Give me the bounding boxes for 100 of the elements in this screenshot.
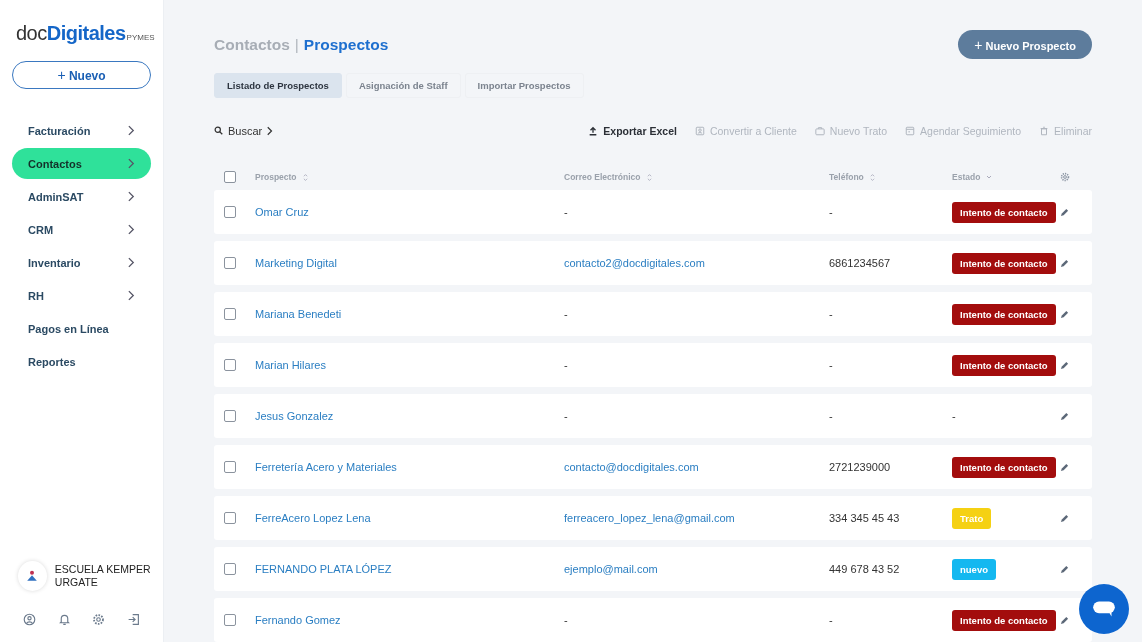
edit-icon[interactable] [1060, 564, 1069, 574]
toolbar-action[interactable]: Exportar Excel [588, 124, 677, 137]
table-row[interactable]: Jesus Gonzalez - - - [214, 394, 1092, 438]
row-checkbox[interactable] [224, 257, 236, 269]
edit-icon[interactable] [1060, 513, 1069, 523]
tab[interactable]: Listado de Prospectos [214, 73, 342, 98]
status-cell: - [952, 410, 956, 422]
edit-icon[interactable] [1060, 360, 1069, 370]
email-cell: - [564, 206, 568, 218]
row-checkbox[interactable] [224, 563, 236, 575]
sidebar-item[interactable]: Reportes [12, 346, 151, 377]
row-checkbox[interactable] [224, 512, 236, 524]
sort-icon[interactable] [302, 172, 308, 182]
email-cell: ferreacero_lopez_lena@gmail.com [564, 512, 735, 524]
breadcrumb-separator: | [294, 35, 299, 53]
prospect-name-link[interactable]: Ferretería Acero y Materiales [255, 461, 397, 473]
new-button[interactable]: + Nuevo [12, 61, 151, 89]
search-button[interactable]: Buscar [214, 124, 274, 137]
edit-icon[interactable] [1060, 615, 1069, 625]
row-checkbox[interactable] [224, 410, 236, 422]
email-cell: - [564, 359, 568, 371]
upload-icon [588, 125, 599, 136]
status-badge: Intento de contacto [952, 252, 1056, 274]
phone-cell: 449 678 43 52 [829, 563, 900, 575]
sort-icon[interactable] [869, 172, 875, 182]
prospect-name-link[interactable]: Mariana Benedeti [255, 308, 342, 320]
sidebar-item[interactable]: RH [12, 280, 151, 311]
phone-cell: - [829, 206, 833, 218]
status-badge: Intento de contacto [952, 456, 1056, 478]
row-checkbox[interactable] [224, 614, 236, 626]
email-cell: - [564, 614, 568, 626]
settings-icon[interactable] [1060, 172, 1070, 183]
tab[interactable]: Importar Prospectos [464, 73, 584, 98]
prospect-name-link[interactable]: Marketing Digital [255, 257, 337, 269]
user-icon[interactable] [23, 613, 36, 626]
table-row[interactable]: FERNANDO PLATA LÓPEZ ejemplo@mail.com 449 678 43 52 nuevo [214, 547, 1092, 591]
row-checkbox[interactable] [224, 308, 236, 320]
status-badge: Intento de contacto [952, 303, 1056, 325]
email-cell: contacto2@docdigitales.com [564, 257, 705, 269]
calendar-icon [905, 125, 916, 136]
status-badge: Intento de contacto [952, 201, 1056, 223]
settings-icon[interactable] [92, 613, 106, 626]
new-prospect-button[interactable]: + Nuevo Prospecto [958, 30, 1092, 59]
edit-icon[interactable] [1060, 258, 1069, 268]
table-row[interactable]: Marian Hilares - - Intento de contacto [214, 343, 1092, 387]
edit-icon[interactable] [1060, 309, 1069, 319]
sidebar-item[interactable]: CRM [12, 214, 151, 245]
sidebar-item[interactable]: Facturación [12, 115, 151, 146]
sidebar-item[interactable]: AdminSAT [12, 181, 151, 212]
edit-icon[interactable] [1060, 411, 1069, 421]
phone-cell: 334 345 45 43 [829, 512, 900, 524]
phone-cell: 2721239000 [829, 461, 891, 473]
select-all-checkbox[interactable] [224, 171, 236, 184]
table-row[interactable]: Marketing Digital contacto2@docdigitales.com 6861234567 Intento de contacto [214, 241, 1092, 285]
phone-cell: - [829, 614, 833, 626]
table-row[interactable]: Fernando Gomez - - Intento de contacto [214, 598, 1092, 642]
table-row[interactable]: Omar Cruz - - Intento de contacto [214, 190, 1092, 234]
prospect-name-link[interactable]: FERNANDO PLATA LÓPEZ [255, 563, 392, 575]
chat-button[interactable] [1079, 584, 1129, 634]
contact-card-icon [694, 125, 705, 136]
prospect-name-link[interactable]: Marian Hilares [255, 359, 326, 371]
email-cell: contacto@docdigitales.com [564, 461, 699, 473]
school-logo [18, 561, 47, 591]
table-row[interactable]: FerreAcero Lopez Lena ferreacero_lopez_lena@gmail.com 334 345 45 43 Trato [214, 496, 1092, 540]
prospect-name-link[interactable]: Fernando Gomez [255, 614, 341, 626]
logout-icon[interactable] [126, 613, 140, 626]
sidebar-item[interactable]: Inventario [12, 247, 151, 278]
sidebar-item[interactable]: Contactos [12, 148, 151, 179]
chevron-right-icon [128, 290, 135, 301]
row-checkbox[interactable] [224, 206, 236, 218]
phone-cell: - [829, 410, 833, 422]
chevron-right-icon [128, 125, 135, 136]
prospect-name-link[interactable]: Jesus Gonzalez [255, 410, 334, 422]
search-icon [214, 126, 223, 136]
account-name: ESCUELA KEMPER URGATE [54, 562, 151, 590]
sort-icon[interactable] [646, 172, 652, 182]
page-title: Prospectos [303, 35, 389, 53]
edit-icon[interactable] [1060, 462, 1069, 472]
sidebar-item[interactable]: Pagos en Línea [12, 313, 151, 344]
briefcase-icon [814, 125, 825, 136]
tab[interactable]: Asignación de Staff [345, 73, 461, 98]
email-cell: - [564, 410, 568, 422]
prospect-name-link[interactable]: FerreAcero Lopez Lena [255, 512, 371, 524]
table-row[interactable]: Mariana Benedeti - - Intento de contacto [214, 292, 1092, 336]
phone-cell: - [829, 359, 833, 371]
status-badge: Intento de contacto [952, 609, 1056, 631]
chevron-right-icon [128, 191, 135, 202]
sort-icon[interactable] [986, 174, 993, 181]
row-checkbox[interactable] [224, 461, 236, 473]
row-checkbox[interactable] [224, 359, 236, 371]
status-badge: nuevo [952, 558, 996, 580]
edit-icon[interactable] [1060, 207, 1069, 217]
email-cell: ejemplo@mail.com [564, 563, 658, 575]
table-row[interactable]: Ferretería Acero y Materiales contacto@docdigitales.com 2721239000 Intento de contacto [214, 445, 1092, 489]
chevron-right-icon [267, 125, 274, 136]
bell-icon[interactable] [57, 613, 71, 626]
email-cell: - [564, 308, 568, 320]
status-badge: Trato [952, 507, 992, 529]
prospect-name-link[interactable]: Omar Cruz [255, 206, 309, 218]
chat-bubble-icon [1091, 599, 1117, 619]
